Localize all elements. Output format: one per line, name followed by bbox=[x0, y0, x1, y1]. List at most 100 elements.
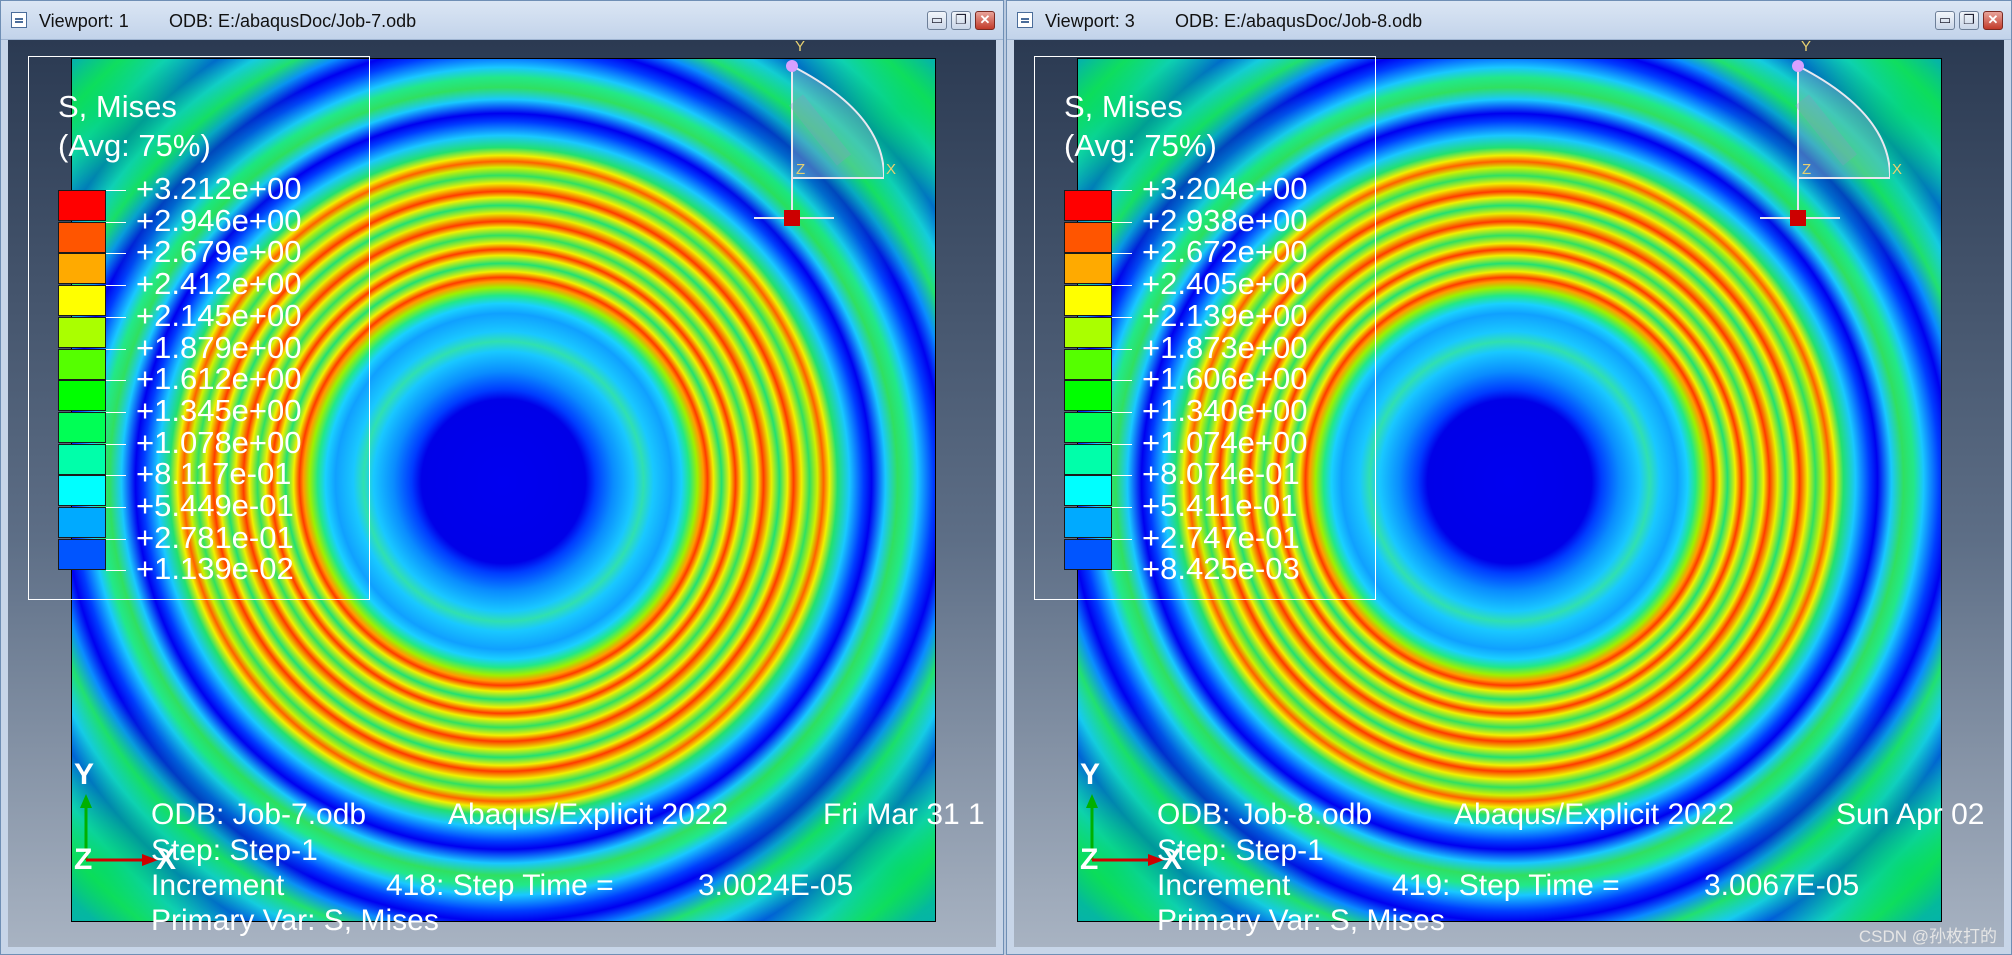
legend-swatch bbox=[58, 507, 106, 538]
legend-value: +1.879e+00 bbox=[136, 329, 302, 365]
triad-z-label: Z bbox=[1802, 161, 1812, 178]
viewport-window-3[interactable]: Viewport: 3 ODB: E:/abaqusDoc/Job-8.odb … bbox=[1006, 0, 2012, 955]
legend-tick bbox=[106, 570, 126, 572]
legend-value: +1.345e+00 bbox=[136, 392, 302, 428]
legend-tick bbox=[106, 316, 126, 318]
legend-swatch bbox=[1064, 221, 1112, 253]
legend-tick bbox=[106, 507, 126, 508]
info-primary-var: Primary Var: S, Mises bbox=[151, 904, 439, 937]
legend-value: +1.340e+00 bbox=[1142, 392, 1308, 428]
minimize-button[interactable]: ▭ bbox=[1935, 11, 1955, 30]
legend-swatch bbox=[58, 190, 106, 221]
triad-y-label: Y bbox=[795, 40, 806, 55]
close-button[interactable]: ✕ bbox=[1983, 11, 2003, 30]
legend-value: +2.412e+00 bbox=[136, 266, 302, 302]
legend-swatch bbox=[1064, 443, 1112, 475]
viewport-label: Viewport: 1 bbox=[39, 11, 129, 31]
legend-value: +2.679e+00 bbox=[136, 234, 302, 270]
minimize-button[interactable]: ▭ bbox=[927, 11, 947, 30]
viewport-window-1[interactable]: Viewport: 1 ODB: E:/abaqusDoc/Job-7.odb … bbox=[0, 0, 1004, 955]
info-step-time: 3.0024E-05 bbox=[698, 869, 854, 902]
triad-y-label: Y bbox=[1801, 40, 1812, 55]
watermark: CSDN @孙枚打的 bbox=[1858, 927, 1997, 946]
viewport-titlebar[interactable]: Viewport: 1 ODB: E:/abaqusDoc/Job-7.odb … bbox=[1, 1, 1003, 40]
legend-subtitle: (Avg: 75%) bbox=[58, 128, 211, 163]
legend-tick bbox=[106, 411, 126, 413]
legend-swatch bbox=[1064, 411, 1112, 443]
legend-value: +2.946e+00 bbox=[136, 202, 302, 238]
triad-z-label: Z bbox=[796, 161, 806, 178]
legend-tick bbox=[1112, 285, 1132, 287]
legend-value: +3.204e+00 bbox=[1142, 171, 1308, 206]
legend-value: +2.139e+00 bbox=[1142, 297, 1308, 333]
legend-swatch bbox=[1064, 285, 1112, 317]
info-primary-var: Primary Var: S, Mises bbox=[1157, 904, 1445, 937]
close-button[interactable]: ✕ bbox=[975, 11, 995, 30]
legend-value: +8.074e-01 bbox=[1142, 456, 1300, 492]
legend-value: +1.606e+00 bbox=[1142, 361, 1308, 397]
legend-swatch bbox=[58, 380, 106, 412]
legend-tick bbox=[106, 190, 126, 191]
legend-subtitle: (Avg: 75%) bbox=[1064, 128, 1217, 163]
info-increment-value: 419: Step Time = bbox=[1392, 869, 1620, 902]
odb-path: ODB: E:/abaqusDoc/Job-7.odb bbox=[169, 11, 417, 31]
legend-value: +5.449e-01 bbox=[136, 488, 294, 523]
restore-button[interactable]: ❐ bbox=[1959, 11, 1979, 30]
legend-swatch bbox=[1064, 190, 1112, 221]
legend-swatch bbox=[58, 285, 106, 317]
legend-swatch bbox=[1064, 253, 1112, 285]
viewport-canvas[interactable]: S, Mises (Avg: 75%) Y X Z Y Z X ODB: Job… bbox=[1014, 40, 2004, 947]
view-orientation-triad-icon bbox=[1760, 60, 1890, 226]
info-increment-label: Increment bbox=[1157, 869, 1291, 902]
legend-tick bbox=[1112, 380, 1132, 382]
restore-button[interactable]: ❐ bbox=[951, 11, 971, 30]
info-step: Step: Step-1 bbox=[1157, 834, 1324, 867]
legend-tick bbox=[106, 475, 126, 477]
legend-tick bbox=[106, 221, 126, 223]
triad-x-label: X bbox=[886, 161, 897, 178]
legend-title: S, Mises bbox=[1064, 89, 1183, 124]
legend-tick bbox=[1112, 221, 1132, 223]
legend-swatch bbox=[1064, 380, 1112, 412]
legend-tick bbox=[1112, 253, 1132, 255]
info-odb: ODB: Job-8.odb bbox=[1157, 798, 1373, 831]
odb-path: ODB: E:/abaqusDoc/Job-8.odb bbox=[1175, 11, 1423, 31]
legend-value: +2.145e+00 bbox=[136, 297, 302, 333]
legend-swatch bbox=[1064, 507, 1112, 538]
axis-y-label: Y bbox=[74, 758, 95, 791]
legend-value: +1.074e+00 bbox=[1142, 424, 1308, 460]
viewport-menu-icon[interactable] bbox=[1017, 12, 1033, 28]
legend-value: +5.411e-01 bbox=[1142, 488, 1298, 523]
legend-swatch bbox=[58, 538, 106, 570]
legend-swatch bbox=[58, 475, 106, 507]
view-orientation-triad-icon bbox=[754, 60, 884, 226]
legend-tick bbox=[106, 253, 126, 255]
legend-tick bbox=[106, 348, 126, 350]
legend-value: +8.117e-01 bbox=[136, 456, 292, 492]
legend-tick bbox=[1112, 570, 1132, 572]
viewport-canvas[interactable]: S, Mises (Avg: 75%) Y X Z Y Z X ODB: Job… bbox=[8, 40, 996, 947]
legend-value: +1.139e-02 bbox=[136, 551, 294, 587]
legend-value: +1.873e+00 bbox=[1142, 329, 1308, 365]
triad-x-label: X bbox=[1892, 161, 1903, 178]
legend-tick bbox=[1112, 538, 1132, 540]
legend-value: +2.938e+00 bbox=[1142, 202, 1308, 238]
info-solver: Abaqus/Explicit 2022 bbox=[1454, 798, 1735, 831]
legend-tick bbox=[1112, 190, 1132, 191]
info-date: Fri Mar 31 1 bbox=[823, 798, 985, 831]
legend-swatch bbox=[58, 443, 106, 475]
legend-tick bbox=[1112, 475, 1132, 477]
viewport-titlebar[interactable]: Viewport: 3 ODB: E:/abaqusDoc/Job-8.odb … bbox=[1007, 1, 2011, 40]
legend-title: S, Mises bbox=[58, 89, 177, 124]
legend-value: +2.672e+00 bbox=[1142, 234, 1308, 270]
legend-swatch bbox=[58, 253, 106, 285]
legend-tick bbox=[106, 380, 126, 382]
info-date: Sun Apr 02 bbox=[1836, 798, 1985, 831]
viewport-menu-icon[interactable] bbox=[11, 12, 27, 28]
legend-swatch bbox=[1064, 348, 1112, 380]
legend-swatch bbox=[1064, 316, 1112, 348]
legend-tick bbox=[106, 443, 126, 445]
legend-tick bbox=[106, 285, 126, 287]
legend-value: +3.212e+00 bbox=[136, 171, 302, 206]
legend-value: +1.612e+00 bbox=[136, 361, 302, 397]
